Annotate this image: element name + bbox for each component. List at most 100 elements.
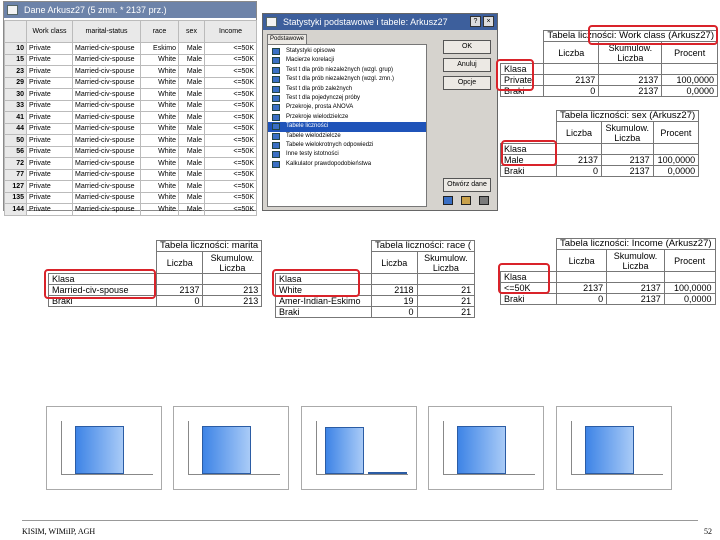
sheet-cell[interactable]: White xyxy=(140,191,179,204)
sheet-cell[interactable]: Private xyxy=(26,168,73,181)
sheet-cell[interactable]: White xyxy=(140,157,179,170)
table-row[interactable]: 127 Private Married-civ-spouse White Male <=5… xyxy=(4,180,257,193)
table-row[interactable]: 41 Private Married-civ-spouse White Male <=50… xyxy=(4,111,257,124)
sheet-cell[interactable]: <=50K xyxy=(204,145,257,158)
menu-item[interactable]: Statystyki opisowe xyxy=(268,47,426,56)
sheet-cell[interactable]: <=50K xyxy=(204,111,257,124)
row-id[interactable]: 15 xyxy=(4,53,27,66)
sheet-cell[interactable]: Married-civ-spouse xyxy=(72,180,141,193)
table-row[interactable]: 135 Private Married-civ-spouse White Male <=5… xyxy=(4,191,257,204)
menu-item[interactable]: Test t dla prób zależnych xyxy=(268,85,426,94)
menu-item[interactable]: Przekroje, prosta ANOVA xyxy=(268,103,426,112)
select-cases-icon[interactable] xyxy=(443,196,453,205)
sheet-cell[interactable]: White xyxy=(140,53,179,66)
open-data-button[interactable]: Otwórz dane xyxy=(443,178,491,192)
sheet-cell[interactable]: White xyxy=(140,65,179,78)
sheet-cell[interactable]: Private xyxy=(26,180,73,193)
sheet-cell[interactable]: Married-civ-spouse xyxy=(72,191,141,204)
row-id[interactable]: 10 xyxy=(4,42,27,55)
sheet-cell[interactable]: <=50K xyxy=(204,134,257,147)
sheet-cell[interactable]: White xyxy=(140,111,179,124)
table-row[interactable]: 72 Private Married-civ-spouse White Male <=50… xyxy=(4,157,257,170)
sheet-cell[interactable]: Male xyxy=(178,53,205,66)
sheet-cell[interactable]: Married-civ-spouse xyxy=(72,111,141,124)
sheet-cell[interactable]: <=50K xyxy=(204,65,257,78)
sheet-cell[interactable]: White xyxy=(140,203,179,216)
sheet-cell[interactable]: Male xyxy=(178,88,205,101)
sheet-cell[interactable]: Private xyxy=(26,65,73,78)
sheet-cell[interactable]: Male xyxy=(178,145,205,158)
sheet-cell[interactable]: Married-civ-spouse xyxy=(72,168,141,181)
sheet-cell[interactable]: White xyxy=(140,88,179,101)
menu-item[interactable]: Tabele liczności xyxy=(268,122,426,132)
row-id[interactable]: 144 xyxy=(4,203,27,216)
table-row[interactable]: 56 Private Married-civ-spouse White Male <=50… xyxy=(4,145,257,158)
table-row[interactable]: 50 Private Married-civ-spouse White Male <=50… xyxy=(4,134,257,147)
sheet-cell[interactable]: <=50K xyxy=(204,88,257,101)
sheet-cell[interactable]: Male xyxy=(178,157,205,170)
sheet-cell[interactable]: <=50K xyxy=(204,157,257,170)
sheet-cell[interactable]: Male xyxy=(178,134,205,147)
sheet-cell[interactable]: Male xyxy=(178,42,205,55)
sheet-cell[interactable]: <=50K xyxy=(204,99,257,112)
menu-item[interactable]: Inne testy istotności xyxy=(268,150,426,159)
sheet-cell[interactable]: Male xyxy=(178,76,205,89)
table-row[interactable]: 29 Private Married-civ-spouse White Male <=50… xyxy=(4,76,257,89)
sheet-cell[interactable]: Male xyxy=(178,180,205,193)
sheet-cell[interactable]: White xyxy=(140,180,179,193)
row-id[interactable]: 44 xyxy=(4,122,27,135)
menu-item[interactable]: Przekroje wielodzielcze xyxy=(268,113,426,122)
sheet-cell[interactable]: Private xyxy=(26,191,73,204)
table-row[interactable]: 30 Private Married-civ-spouse White Male <=50… xyxy=(4,88,257,101)
sheet-cell[interactable]: Private xyxy=(26,111,73,124)
sheet-cell[interactable]: White xyxy=(140,168,179,181)
row-id[interactable]: 23 xyxy=(4,65,27,78)
sheet-cell[interactable]: Private xyxy=(26,122,73,135)
sheet-cell[interactable]: Male xyxy=(178,122,205,135)
sheet-cell[interactable]: <=50K xyxy=(204,180,257,193)
sheet-cell[interactable]: White xyxy=(140,122,179,135)
sheet-cell[interactable]: Married-civ-spouse xyxy=(72,134,141,147)
menu-item[interactable]: Tabele wielokrotnych odpowiedzi xyxy=(268,141,426,150)
row-id[interactable]: 50 xyxy=(4,134,27,147)
sheet-cell[interactable]: <=50K xyxy=(204,53,257,66)
col-header[interactable]: Work class xyxy=(26,20,73,43)
col-header[interactable]: Income xyxy=(204,20,257,43)
sheet-cell[interactable]: Male xyxy=(178,168,205,181)
weights-icon[interactable] xyxy=(461,196,471,205)
row-id[interactable]: 29 xyxy=(4,76,27,89)
col-header[interactable]: marital-status xyxy=(72,20,141,43)
sheet-cell[interactable]: White xyxy=(140,99,179,112)
sheet-cell[interactable]: Private xyxy=(26,88,73,101)
ok-button[interactable]: OK xyxy=(443,40,491,54)
table-row[interactable]: 44 Private Married-civ-spouse White Male <=50… xyxy=(4,122,257,135)
sheet-cell[interactable]: White xyxy=(140,134,179,147)
menu-item[interactable]: Test t dla pojedynczej próby xyxy=(268,94,426,103)
table-row[interactable]: 144 Private Married-civ-spouse White Male <=5… xyxy=(4,203,257,216)
sheet-cell[interactable]: Male xyxy=(178,99,205,112)
row-id[interactable]: 33 xyxy=(4,99,27,112)
sheet-cell[interactable]: Private xyxy=(26,53,73,66)
table-row[interactable]: 15 Private Married-civ-spouse White Male <=50… xyxy=(4,53,257,66)
sheet-cell[interactable]: Private xyxy=(26,42,73,55)
sheet-cell[interactable]: Married-civ-spouse xyxy=(72,145,141,158)
sheet-cell[interactable]: Married-civ-spouse xyxy=(72,203,141,216)
sheet-cell[interactable]: Private xyxy=(26,203,73,216)
menu-item[interactable]: Kalkulator prawdopodobieństwa xyxy=(268,160,426,169)
table-row[interactable]: 77 Private Married-civ-spouse White Male <=50… xyxy=(4,168,257,181)
sheet-cell[interactable]: Married-civ-spouse xyxy=(72,99,141,112)
sheet-cell[interactable]: Married-civ-spouse xyxy=(72,157,141,170)
sheet-cell[interactable]: Married-civ-spouse xyxy=(72,88,141,101)
sheet-cell[interactable]: Eskimo xyxy=(140,42,179,55)
row-id[interactable]: 56 xyxy=(4,145,27,158)
menu-item[interactable]: Test t dla prób niezależnych (wzgl. grup… xyxy=(268,66,426,75)
sheet-cell[interactable]: Married-civ-spouse xyxy=(72,42,141,55)
row-id[interactable]: 77 xyxy=(4,168,27,181)
sheet-cell[interactable]: White xyxy=(140,76,179,89)
sheet-cell[interactable]: Private xyxy=(26,76,73,89)
sheet-cell[interactable]: Private xyxy=(26,157,73,170)
sheet-cell[interactable]: <=50K xyxy=(204,122,257,135)
row-id[interactable]: 41 xyxy=(4,111,27,124)
row-id[interactable]: 30 xyxy=(4,88,27,101)
sheet-cell[interactable]: Private xyxy=(26,145,73,158)
